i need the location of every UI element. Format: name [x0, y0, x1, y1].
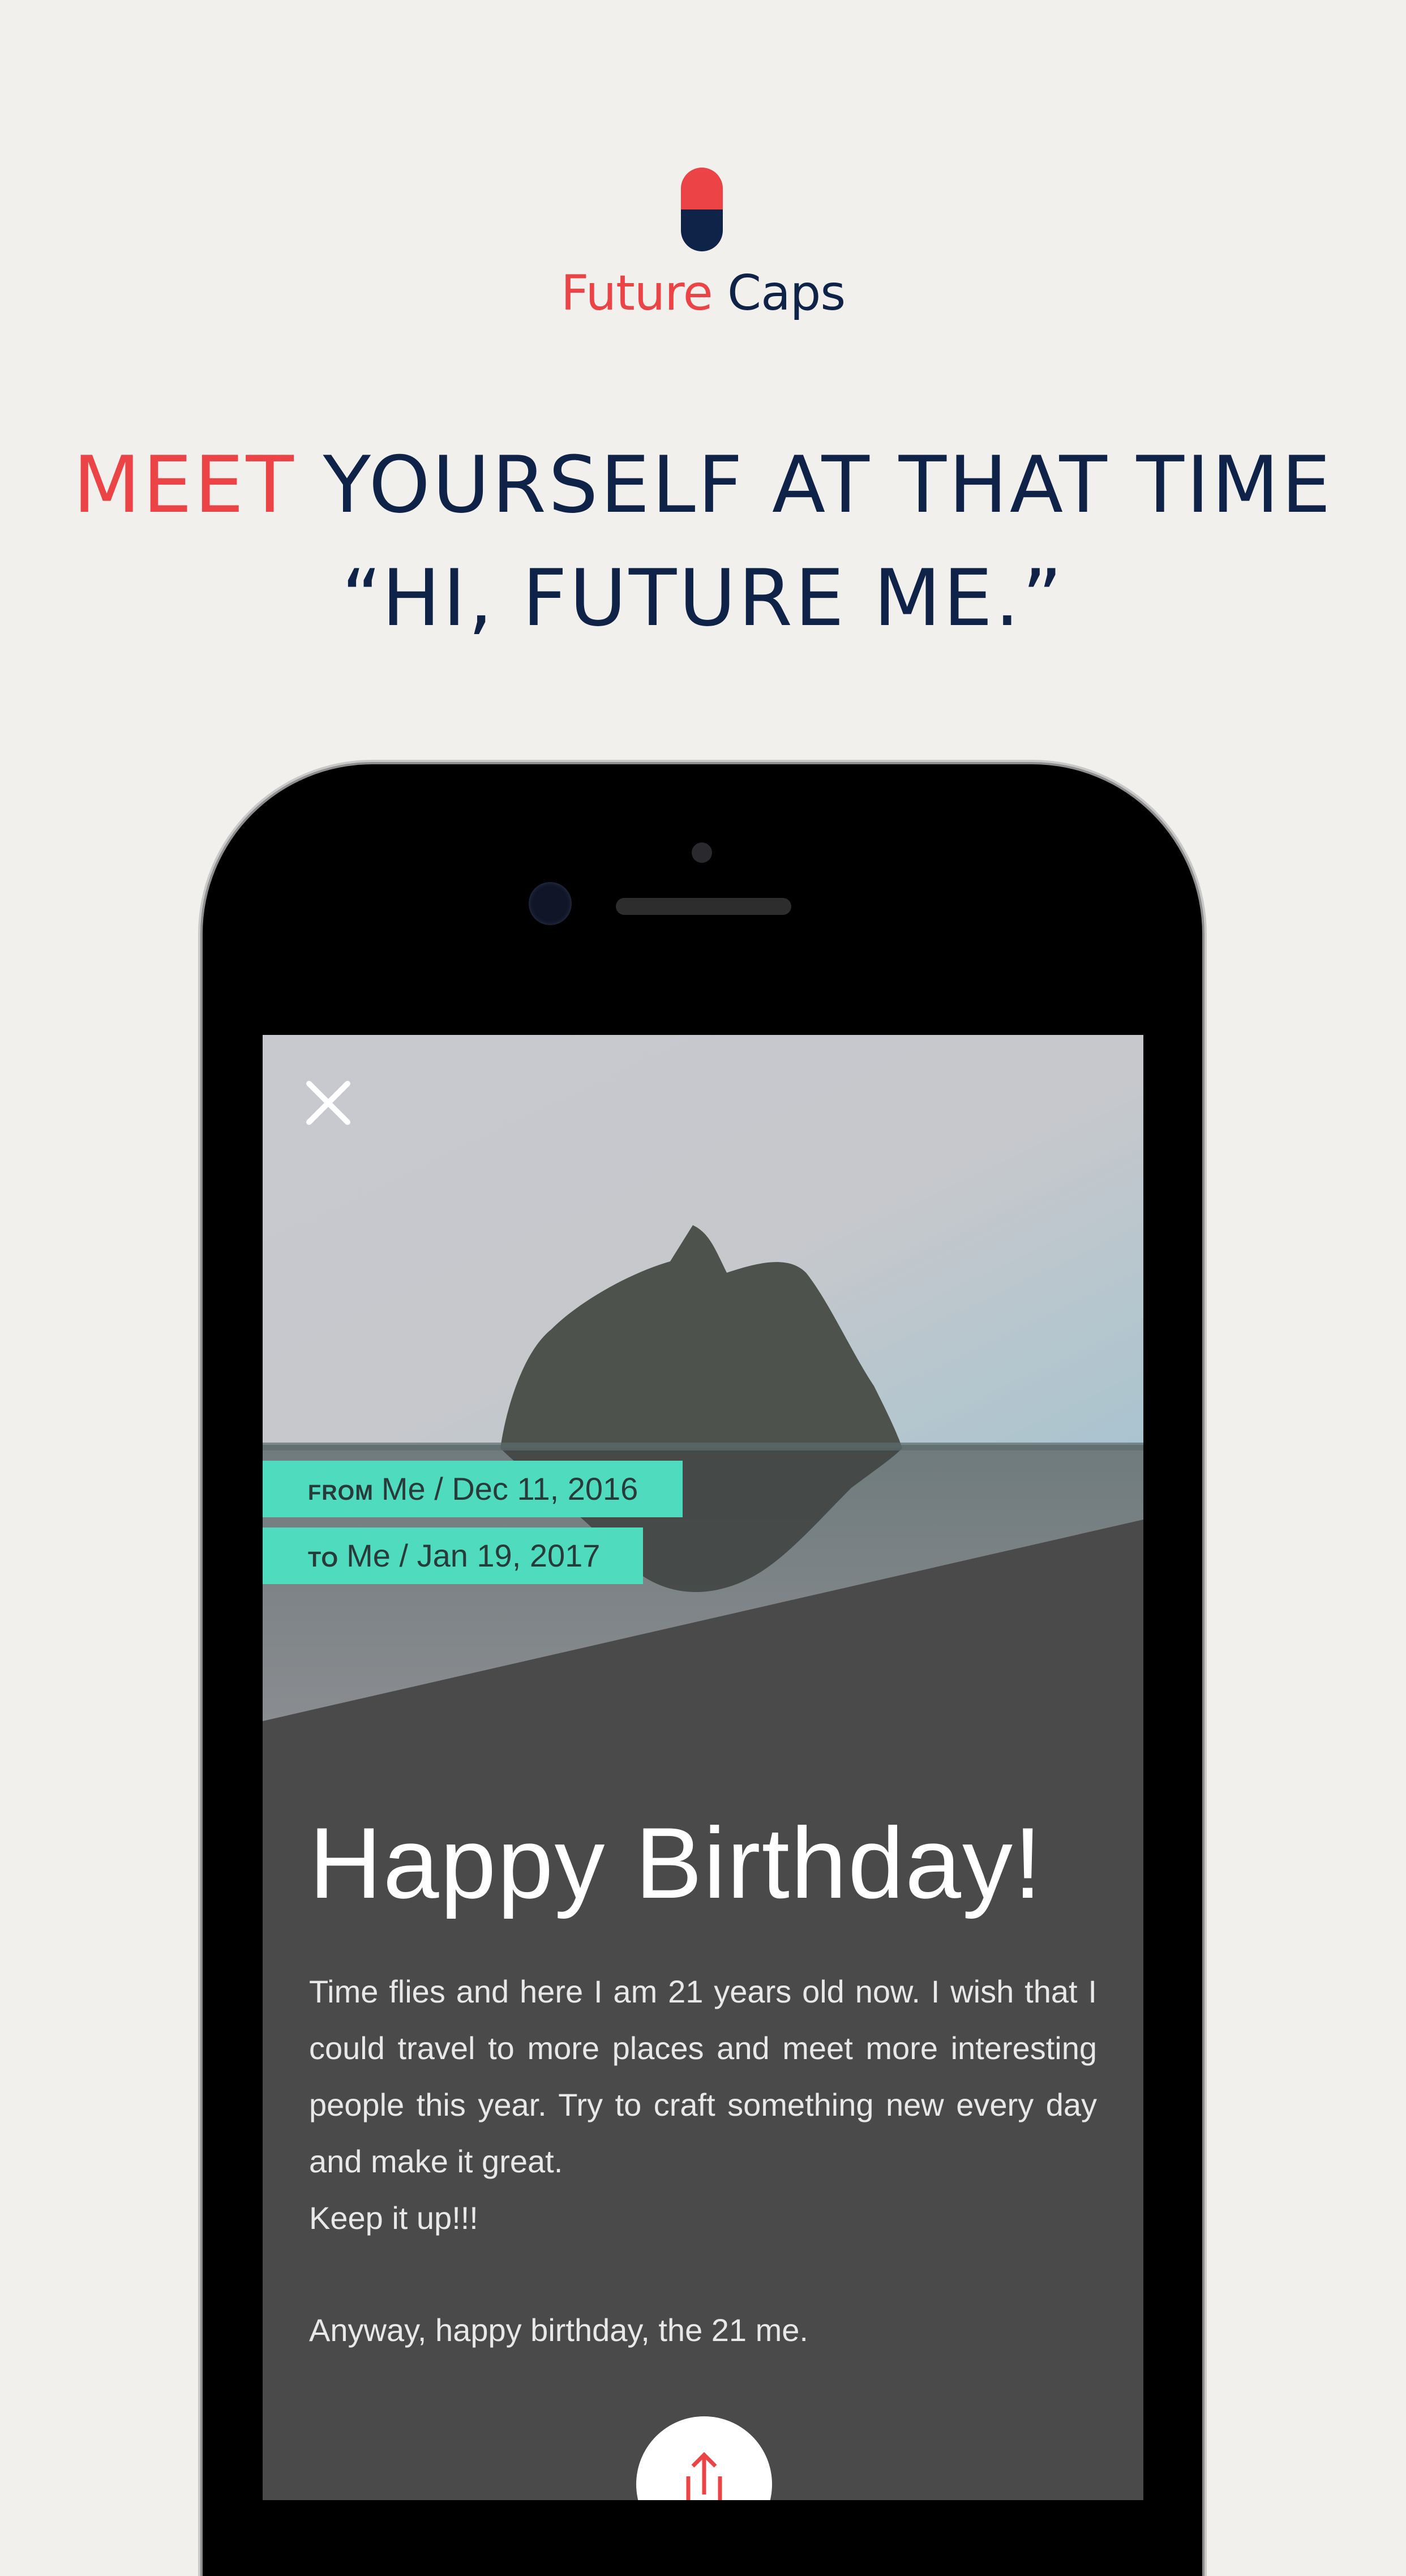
- brand-name-part2: Caps: [727, 265, 846, 322]
- phone-screen: FROM Me / Dec 11, 2016 TO Me / Jan 19, 201…: [263, 1035, 1143, 2500]
- letter-paragraph-1: Time flies and here I am 21 years old no…: [309, 1974, 1097, 2179]
- share-icon: [686, 2452, 722, 2500]
- share-button[interactable]: [636, 2416, 772, 2500]
- headline-line2: “HI, FUTURE ME.”: [341, 553, 1065, 644]
- letter-paragraph-2: Keep it up!!!: [309, 2200, 478, 2236]
- to-value: Me / Jan 19, 2017: [346, 1538, 601, 1573]
- close-button[interactable]: [303, 1078, 353, 1128]
- headline-line1: MEET YOURSELF AT THAT TIME: [0, 439, 1406, 530]
- capsule-logo-icon: [681, 168, 723, 251]
- from-tag: FROM Me / Dec 11, 2016: [263, 1461, 683, 1517]
- headline-accent: MEET: [73, 439, 296, 530]
- close-icon: [306, 1081, 350, 1125]
- brand-name-part1: Future: [560, 265, 713, 322]
- letter-title: Happy Birthday!: [309, 1807, 1043, 1919]
- hero-photo: [263, 1035, 1143, 1721]
- headline-rest: YOURSELF AT THAT TIME: [323, 439, 1333, 530]
- brand-name: Future Caps: [0, 265, 1406, 322]
- from-value: Me / Dec 11, 2016: [381, 1471, 638, 1507]
- to-label: TO: [308, 1548, 339, 1572]
- front-camera: [529, 882, 572, 925]
- letter-paragraph-3: Anyway, happy birthday, the 21 me.: [309, 2312, 808, 2348]
- from-label: FROM: [308, 1481, 374, 1505]
- to-tag: TO Me / Jan 19, 2017: [263, 1527, 643, 1584]
- earpiece-speaker: [616, 898, 791, 915]
- proximity-sensor: [692, 842, 712, 863]
